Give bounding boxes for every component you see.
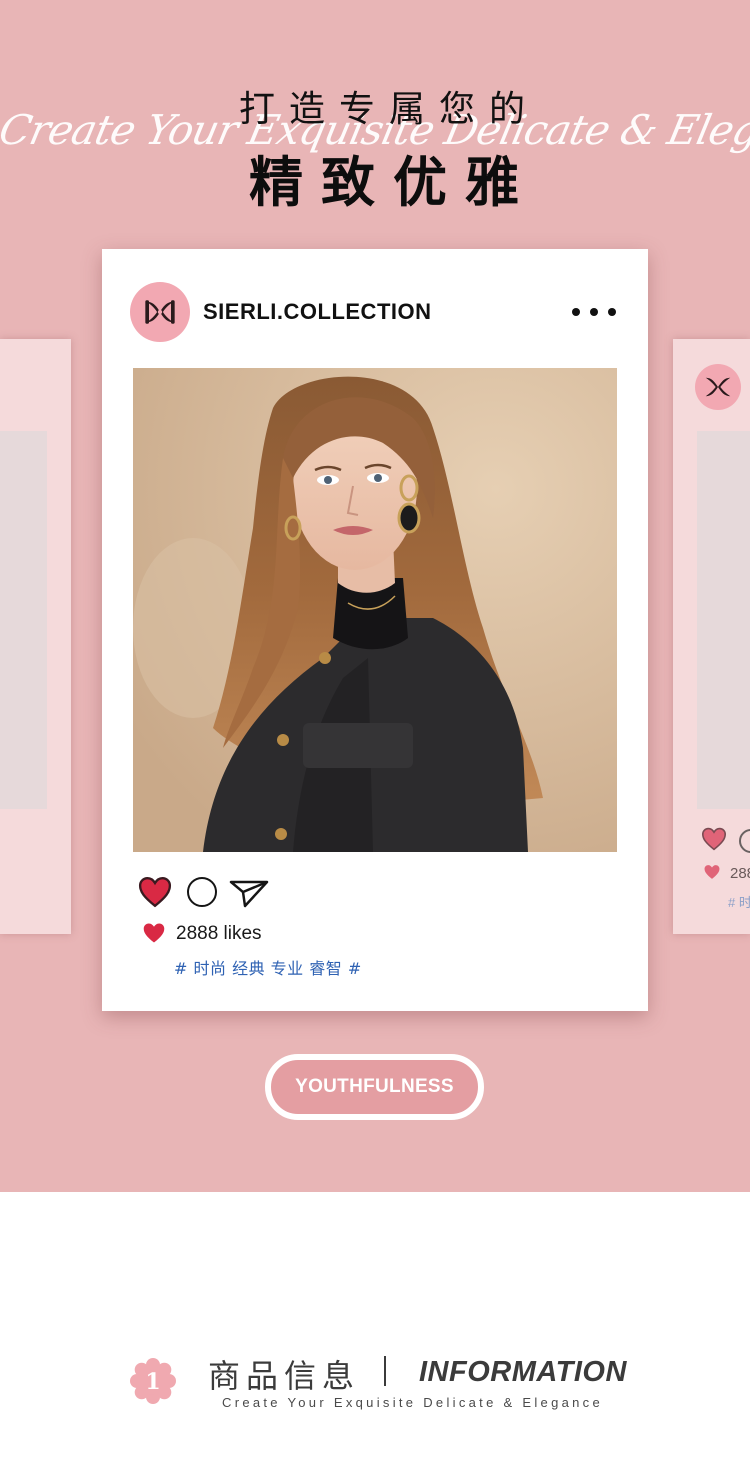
side-avatar (695, 364, 741, 410)
section-title-cn: 商品信息 (208, 1357, 361, 1395)
more-options-button[interactable] (572, 299, 616, 325)
heart-icon (704, 865, 720, 879)
post-photo[interactable] (133, 368, 617, 852)
youthfulness-button[interactable]: YOUTHFULNESS (265, 1054, 484, 1120)
post-actions (138, 874, 278, 910)
side-post-card-right: 288 # 时 (673, 339, 750, 934)
badge-number: 1 (145, 1369, 160, 1395)
side-post-photo (697, 431, 750, 809)
section-title-en: INFORMATION (419, 1356, 627, 1388)
account-name[interactable]: SIERLI.COLLECTION (203, 299, 432, 325)
comment-circle-icon[interactable] (187, 877, 217, 907)
paper-plane-icon[interactable] (229, 878, 269, 908)
brand-avatar[interactable] (130, 282, 190, 342)
side-tags-text: # 时 (728, 895, 750, 910)
heart-icon (701, 827, 727, 851)
hashtags[interactable]: # 时尚 经典 专业 睿智 # (174, 955, 362, 979)
heart-icon[interactable] (138, 876, 172, 908)
headline-large: 精致优雅 (249, 151, 537, 214)
more-dots-icon (608, 308, 616, 316)
brand-monogram-icon (145, 300, 175, 324)
section-subtitle: Create Your Exquisite Delicate & Eleganc… (222, 1395, 604, 1410)
hero-section: Create Your Exquisite Delicate & Eleganc… (0, 0, 750, 1192)
post-card: SIERLI.COLLECTION 2888 likes # 时尚 经典 专业 … (102, 249, 648, 1011)
flower-badge-icon: 1 (130, 1358, 176, 1404)
likes-count[interactable]: 2888 likes (176, 923, 262, 945)
comment-circle-icon (739, 829, 750, 853)
more-dots-icon (572, 308, 580, 316)
headline-small: 打造专属您的 (238, 89, 539, 130)
side-post-card-left (0, 339, 71, 934)
side-post-photo (0, 431, 47, 809)
more-dots-icon (590, 308, 598, 316)
section-divider (384, 1356, 386, 1386)
side-likes-text: 288 (730, 865, 750, 882)
heart-icon (143, 923, 165, 943)
